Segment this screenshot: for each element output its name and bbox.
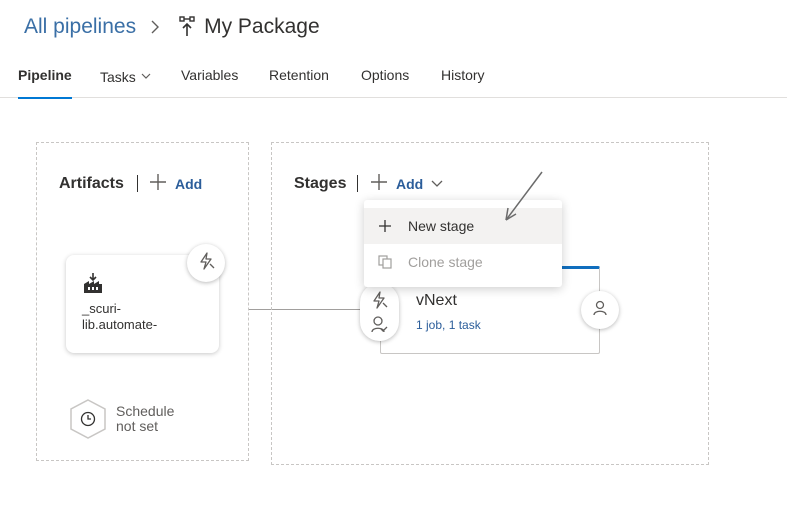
clone-icon <box>377 254 393 270</box>
add-stage-button[interactable]: Add <box>370 172 443 196</box>
plus-icon <box>377 218 393 234</box>
chevron-down-icon <box>141 67 151 83</box>
artifacts-title: Artifacts <box>59 175 124 192</box>
plus-icon <box>370 173 388 196</box>
lightning-icon[interactable] <box>370 291 388 314</box>
pre-deployment-conditions <box>360 283 399 341</box>
all-pipelines-link[interactable]: All pipelines <box>24 15 136 39</box>
tab-bar: Pipeline Tasks Variables Retention Optio… <box>0 58 787 99</box>
divider <box>357 175 358 192</box>
tab-history[interactable]: History <box>441 67 485 98</box>
stage-tasks-link[interactable]: 1 job, 1 task <box>416 318 481 332</box>
schedule-label: Schedule not set <box>116 403 175 434</box>
chevron-right-icon <box>140 12 170 42</box>
plus-icon <box>149 173 167 196</box>
stages-title: Stages <box>294 175 347 192</box>
tab-retention[interactable]: Retention <box>269 67 329 98</box>
release-pipeline-icon <box>176 14 198 40</box>
chevron-down-icon <box>431 175 443 193</box>
stage-name: vNext <box>416 292 457 309</box>
schedule-trigger[interactable]: Schedule not set <box>68 398 174 445</box>
approver-icon[interactable] <box>370 315 388 338</box>
post-deployment-approvals-button[interactable] <box>581 291 619 329</box>
page-title: My Package <box>204 15 320 38</box>
artifact-name: _scuri- lib.automate- <box>82 301 158 332</box>
add-artifact-button[interactable]: Add <box>149 172 202 196</box>
lightning-icon <box>197 251 215 275</box>
tab-pipeline[interactable]: Pipeline <box>18 67 72 99</box>
tab-tasks[interactable]: Tasks <box>100 67 151 98</box>
tab-options[interactable]: Options <box>361 67 409 98</box>
continuous-deployment-trigger-button[interactable] <box>187 244 225 282</box>
clock-icon <box>68 398 108 445</box>
menu-item-clone-stage: Clone stage <box>364 244 562 280</box>
tab-variables[interactable]: Variables <box>181 67 238 98</box>
divider <box>137 175 138 192</box>
build-artifact-icon <box>83 272 103 299</box>
breadcrumb: All pipelines My Package <box>24 12 320 42</box>
annotation-arrow-icon <box>505 171 543 221</box>
person-icon <box>592 300 608 321</box>
